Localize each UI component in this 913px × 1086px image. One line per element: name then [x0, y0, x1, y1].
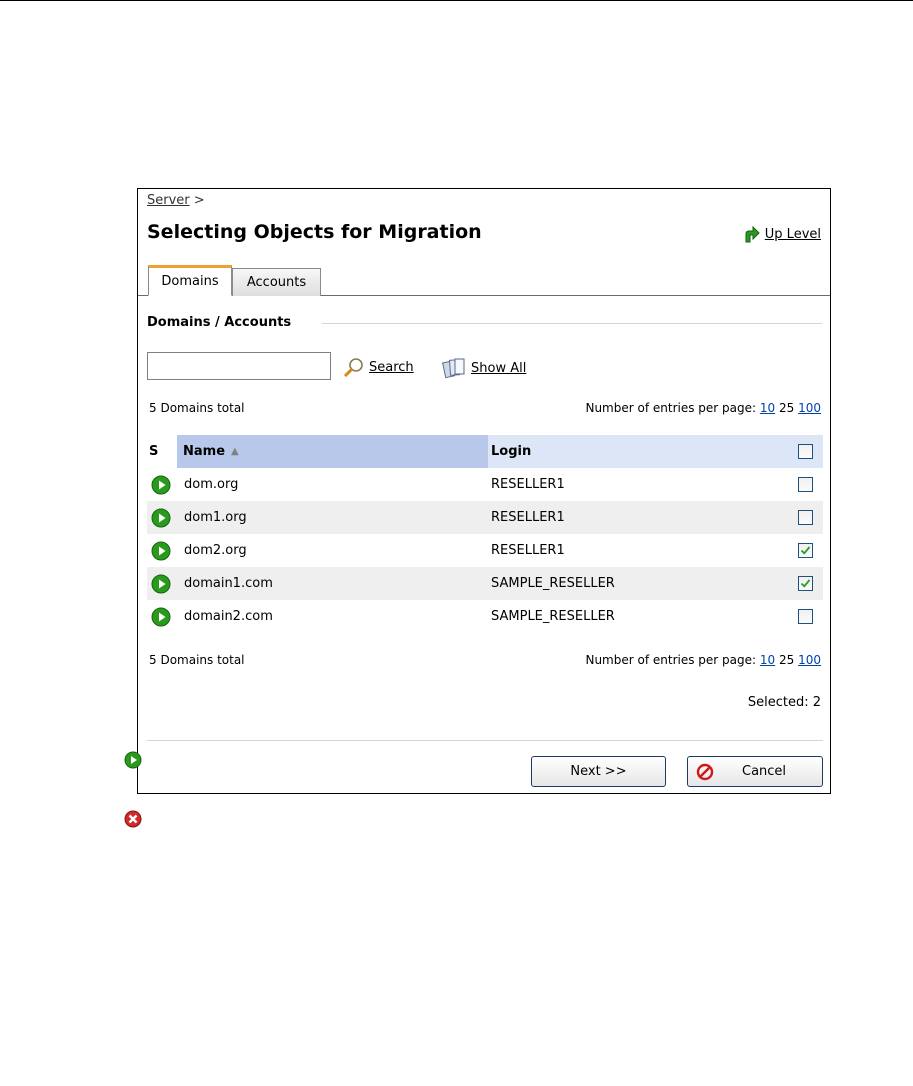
tab-accounts[interactable]: Accounts [232, 268, 321, 296]
status-cell [147, 508, 184, 528]
checkmark-icon [800, 546, 811, 555]
search-link[interactable]: Search [369, 360, 414, 375]
status-ok-icon [151, 475, 171, 494]
sort-ascending-icon: ▲ [231, 446, 239, 457]
total-count-bottom: 5 Domains total [149, 653, 245, 667]
domains-table: S Name ▲ Login dom.org RESELLER1 dom1.org R… [147, 435, 823, 633]
status-cell [147, 475, 184, 495]
status-cell [147, 541, 184, 561]
legend-status-error-icon [124, 810, 142, 832]
row-select-checkbox[interactable] [798, 609, 813, 624]
login-cell: RESELLER1 [491, 477, 565, 492]
tab-domains[interactable]: Domains [148, 265, 232, 296]
column-header-name[interactable]: Name ▲ [177, 435, 488, 468]
search-input[interactable] [147, 352, 331, 380]
select-cell [788, 477, 823, 492]
domain-name-cell: dom.org [184, 477, 239, 492]
login-cell: RESELLER1 [491, 510, 565, 525]
table-row: dom2.org RESELLER1 [147, 534, 823, 567]
cancel-button[interactable]: Cancel [687, 756, 823, 787]
select-cell [788, 609, 823, 624]
breadcrumb-server-link[interactable]: Server [147, 193, 190, 208]
status-ok-icon [151, 574, 171, 593]
row-select-checkbox[interactable] [798, 510, 813, 525]
checkmark-icon [800, 579, 811, 588]
per-page-bottom: Number of entries per page: 10 25 100 [585, 653, 821, 667]
per-page-10-link[interactable]: 10 [760, 401, 775, 415]
domain-name-cell: dom2.org [184, 543, 247, 558]
column-header-status: S [149, 444, 159, 459]
table-row: domain2.com SAMPLE_RESELLER [147, 600, 823, 633]
per-page-label: Number of entries per page: [585, 653, 757, 667]
per-page-top: Number of entries per page: 10 25 100 [585, 401, 821, 415]
select-cell [788, 543, 823, 558]
per-page-25-current: 25 [778, 653, 795, 667]
top-rule [0, 0, 913, 1]
select-cell [788, 510, 823, 525]
next-button[interactable]: Next >> [531, 756, 666, 787]
table-header: S Name ▲ Login [147, 435, 823, 468]
selected-count: Selected: 2 [747, 695, 821, 710]
cancel-icon [696, 763, 714, 780]
breadcrumb: Server > [147, 193, 205, 208]
status-ok-icon [151, 541, 171, 560]
login-cell: RESELLER1 [491, 543, 565, 558]
show-all-link[interactable]: Show All [471, 361, 526, 376]
up-level-icon [745, 225, 760, 243]
per-page-25-current: 25 [778, 401, 795, 415]
section-divider [322, 323, 822, 324]
login-cell: SAMPLE_RESELLER [491, 609, 615, 624]
table-row: dom1.org RESELLER1 [147, 501, 823, 534]
cancel-label: Cancel [742, 764, 787, 779]
status-ok-icon [151, 607, 171, 626]
select-cell [788, 576, 823, 591]
total-count-top: 5 Domains total [149, 401, 245, 415]
column-header-login[interactable]: Login [488, 435, 788, 468]
per-page-label: Number of entries per page: [585, 401, 757, 415]
status-cell [147, 607, 184, 627]
domain-name-cell: domain2.com [184, 609, 273, 624]
documents-icon [442, 358, 465, 379]
up-level-control[interactable]: Up Level [743, 225, 821, 243]
login-cell: SAMPLE_RESELLER [491, 576, 615, 591]
select-all-checkbox[interactable] [798, 444, 813, 459]
table-body: dom.org RESELLER1 dom1.org RESELLER1 dom2.or… [147, 468, 823, 633]
page-title: Selecting Objects for Migration [147, 221, 482, 243]
show-all-button[interactable]: Show All [441, 357, 526, 379]
row-select-checkbox[interactable] [798, 477, 813, 492]
per-page-100-link[interactable]: 100 [798, 653, 821, 667]
magnifier-icon [343, 358, 363, 377]
search-button[interactable]: Search [343, 357, 414, 377]
row-select-checkbox[interactable] [798, 543, 813, 558]
column-header-select-all[interactable] [788, 435, 823, 468]
column-header-name-label: Name [183, 444, 226, 459]
migration-panel: Server > Selecting Objects for Migration… [137, 188, 831, 794]
domain-name-cell: dom1.org [184, 510, 247, 525]
table-row: domain1.com SAMPLE_RESELLER [147, 567, 823, 600]
row-select-checkbox[interactable] [798, 576, 813, 591]
footer-divider [147, 740, 823, 741]
status-ok-icon [151, 508, 171, 527]
section-title: Domains / Accounts [147, 315, 292, 330]
table-row: dom.org RESELLER1 [147, 468, 823, 501]
legend-status-ok-icon [124, 751, 142, 773]
up-level-link[interactable]: Up Level [765, 227, 821, 242]
per-page-100-link[interactable]: 100 [798, 401, 821, 415]
per-page-10-link[interactable]: 10 [760, 653, 775, 667]
domain-name-cell: domain1.com [184, 576, 273, 591]
status-cell [147, 574, 184, 594]
tab-bar: Domains Accounts [138, 262, 830, 296]
breadcrumb-separator: > [193, 193, 205, 208]
